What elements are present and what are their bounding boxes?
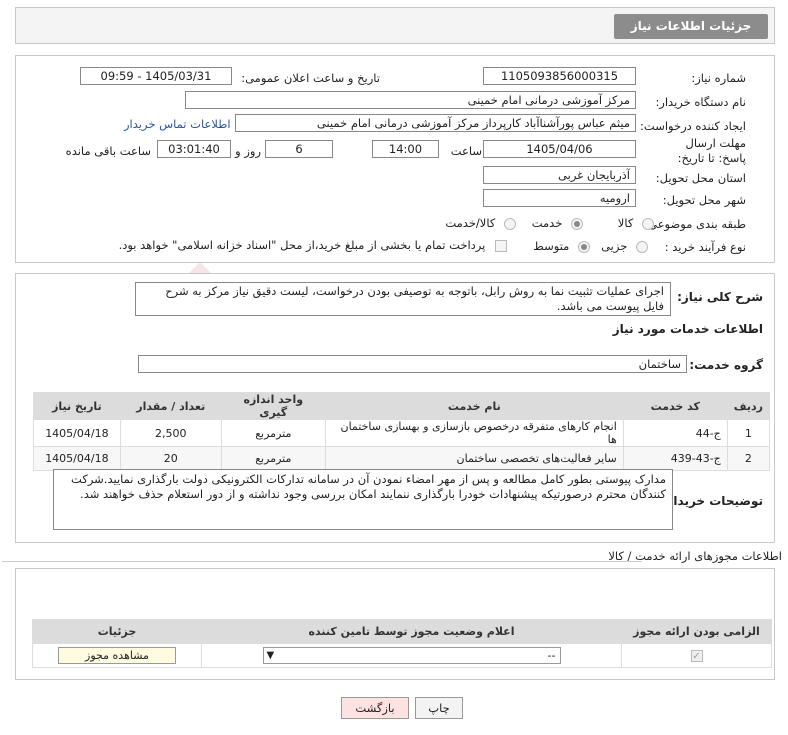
category-option-service[interactable]: خدمت [532,216,583,230]
buyer-contact-link[interactable]: اطلاعات تماس خریدار [124,117,231,131]
payment-note: پرداخت تمام یا بخشی از مبلغ خرید،از محل … [118,238,486,252]
licenses-table-wrap: الزامی بودن ارائه مجوز اعلام وضعیت مجوز … [32,619,772,668]
table-row: 1 ج-44 انجام کارهای متفرقه درخصوص بازساز… [33,419,771,447]
category-label: طبقه بندی موضوعی: [644,217,746,231]
buyer-notes-field: مدارک پیوستی بطور کامل مطالعه و پس از مه… [53,469,673,530]
creator-field: میثم عباس پورآشناآباد کارپرداز مرکز آموز… [235,114,636,132]
required-checkbox: ✓ [690,650,703,662]
remaining-time-label: ساعت باقی مانده [65,144,151,158]
days-label: روز و [235,144,261,158]
process-medium-radio[interactable] [578,240,590,253]
city-label: شهر محل تحویل: [662,193,746,207]
licenses-header-row: الزامی بودن ارائه مجوز اعلام وضعیت مجوز … [32,619,772,644]
services-title: اطلاعات خدمات مورد نیاز [612,322,763,336]
header-bar: جزئیات اطلاعات نیاز [614,14,768,39]
announce-field: 1405/03/31 - 09:59 [80,67,232,85]
province-label: استان محل تحویل: [655,171,746,185]
header-panel: جزئیات اطلاعات نیاز [15,7,775,44]
table-row: ✓ -- ▼ مشاهده مجوز [32,643,772,668]
payment-checkbox[interactable] [495,239,507,252]
category-both-radio[interactable] [504,217,516,230]
license-status-select[interactable]: -- ▼ [262,647,561,664]
col-status: اعلام وضعیت مجوز توسط تامین کننده [201,619,622,644]
buyer-org-label: نام دستگاه خریدار: [655,95,746,109]
province-field: آذربایجان غربی [483,166,636,184]
service-group-label: گروه خدمت: [689,358,763,372]
payment-option[interactable]: پرداخت تمام یا بخشی از مبلغ خرید،از محل … [119,238,507,252]
col-row: ردیف [726,392,771,420]
summary-text: اجرای عملیات تثبیت نما به روش رابل، باتو… [165,284,664,313]
category-goods-radio[interactable] [642,217,654,230]
col-name: نام خدمت [324,392,624,420]
deadline-label: مهلت ارسال پاسخ: تا تاریخ: [677,136,746,165]
days-field: 6 [265,140,333,158]
col-details: جزئیات [32,619,202,644]
category-option-goods[interactable]: کالا [618,216,654,230]
need-number-label: شماره نیاز: [691,71,746,85]
service-group-field: ساختمان [138,355,687,373]
category-service-radio[interactable] [571,217,583,230]
buyer-org-field: مرکز آموزشی درمانی امام خمینی [185,91,636,109]
services-table: ردیف کد خدمت نام خدمت واحد اندازه گیری ت… [33,392,771,471]
deadline-time-field: 14:00 [372,140,439,158]
licenses-table: الزامی بودن ارائه مجوز اعلام وضعیت مجوز … [32,619,772,668]
col-required: الزامی بودن ارائه مجوز [621,619,772,644]
table-row: 2 ج-43-439 سایر فعالیت‌های تخصصی ساختمان… [33,446,771,471]
category-option-both[interactable]: کالا/خدمت [445,216,516,230]
view-license-button[interactable]: مشاهده مجوز [58,647,176,664]
licenses-divider [2,561,642,562]
deadline-date-field: 1405/04/06 [483,140,636,158]
process-option-minor[interactable]: جزیی [601,239,648,253]
announce-label: تاریخ و ساعت اعلان عمومی: [241,71,380,85]
process-option-medium[interactable]: متوسط [533,239,590,253]
summary-label: شرح کلی نیاز: [677,290,763,304]
col-unit: واحد اندازه گیری [220,392,326,420]
buyer-notes-text: مدارک پیوستی بطور کامل مطالعه و پس از مه… [71,472,666,501]
chevron-down-icon: ▼ [266,650,275,661]
services-header-row: ردیف کد خدمت نام خدمت واحد اندازه گیری ت… [33,392,771,420]
remaining-time-field: 03:01:40 [157,140,231,158]
buyer-notes-label: توضیحات خریدار: [661,494,763,508]
col-code: کد خدمت [622,392,728,420]
page-title: جزئیات اطلاعات نیاز [630,19,752,33]
need-number-field: 1105093856000315 [483,67,636,85]
back-button[interactable]: بازگشت [341,697,409,719]
print-button[interactable]: چاپ [415,697,463,719]
process-label: نوع فرآیند خرید : [664,240,746,254]
col-date: تاریخ نیاز [33,392,121,420]
creator-label: ایجاد کننده درخواست: [640,119,746,133]
col-qty: تعداد / مقدار [119,392,222,420]
deadline-time-label: ساعت [450,144,482,158]
services-table-wrap: ردیف کد خدمت نام خدمت واحد اندازه گیری ت… [33,392,771,471]
process-minor-radio[interactable] [636,240,648,253]
summary-field: اجرای عملیات تثبیت نما به روش رابل، باتو… [135,282,671,316]
city-field: ارومیه [483,189,636,207]
